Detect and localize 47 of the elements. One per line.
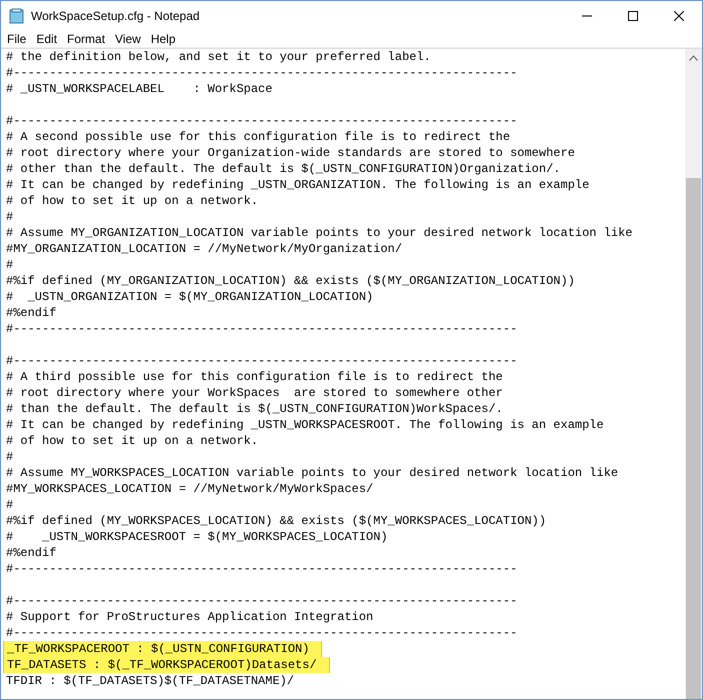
code-line: # A second possible use for this configuration file is to redirect the — [6, 129, 510, 145]
code-line: # root directory where your WorkSpaces are stored to somewhere other — [6, 385, 503, 401]
code-line: #%if defined (MY_ORGANIZATION_LOCATION) && exists ($(MY_ORGANIZATION_LOCATION)) — [6, 273, 575, 289]
menu-item[interactable]: Format — [61, 32, 110, 46]
code-line: #---------------------------------------------------------------------- — [6, 353, 518, 369]
maximize-icon — [628, 10, 638, 20]
code-line: #---------------------------------------------------------------------- — [6, 593, 518, 609]
code-line: # than the default. The default is $(_USTN_CONFIGURATION)WorkSpaces/. — [6, 401, 503, 417]
menu-item[interactable]: Edit — [30, 32, 62, 46]
code-line: #%endif — [6, 305, 56, 321]
code-line: # of how to set it up on a network. — [6, 193, 258, 209]
code-line: #---------------------------------------------------------------------- — [6, 65, 518, 81]
code-line: # — [6, 497, 14, 513]
code-line: # — [6, 257, 14, 273]
code-line: #MY_WORKSPACES_LOCATION = //MyNetwork/MyWorkSpaces/ — [6, 481, 374, 497]
window-title: WorkSpaceSetup.cfg - Notepad — [31, 8, 201, 22]
code-line: # It can be changed by redefining _USTN_ORGANIZATION. The following is an example — [6, 177, 590, 193]
code-line: # other than the default. The default is $(_USTN_CONFIGURATION)Organization/. — [6, 161, 560, 177]
code-line: #---------------------------------------------------------------------- — [6, 321, 518, 337]
code-line: # of how to set it up on a network. — [6, 433, 258, 449]
menu-item[interactable]: Help — [144, 32, 180, 46]
code-line: # — [6, 209, 14, 225]
code-line: # It can be changed by redefining _USTN_WORKSPACESROOT. The following is an example — [6, 417, 604, 433]
scrollbar[interactable] — [685, 49, 702, 699]
code-line: TFDIR : $(TF_DATASETS)$(TF_DATASETNAME)/ — [6, 673, 294, 689]
scroll-up-icon[interactable] — [689, 55, 698, 61]
code-line: #---------------------------------------------------------------------- — [6, 113, 518, 129]
code-line: # A third possible use for this configuration file is to redirect the — [6, 369, 503, 385]
code-line: # _USTN_WORKSPACESROOT = $(MY_WORKSPACES_LOCATION) — [6, 529, 388, 545]
code-line: # _USTN_WORKSPACELABEL : WorkSpace — [6, 81, 272, 97]
code-line: # Assume MY_WORKSPACES_LOCATION variable points to your desired network location like — [6, 465, 618, 481]
menu-item[interactable]: View — [109, 32, 145, 46]
scrollbar-thumb[interactable] — [686, 178, 701, 699]
close-icon — [674, 10, 684, 20]
code-line: # _USTN_ORGANIZATION = $(MY_ORGANIZATION_LOCATION) — [6, 289, 374, 305]
code-line: # — [6, 449, 14, 465]
code-line: #MY_ORGANIZATION_LOCATION = //MyNetwork/MyOrganization/ — [6, 241, 402, 257]
code-line: # the definition below, and set it to your preferred label. — [6, 49, 431, 65]
code-line: #%if defined (MY_WORKSPACES_LOCATION) && exists ($(MY_WORKSPACES_LOCATION)) — [6, 513, 546, 529]
code-line: # Support for ProStructures Application Integration — [6, 609, 374, 625]
notepad-icon — [9, 8, 25, 24]
code-line: # Assume MY_ORGANIZATION_LOCATION variable points to your desired network location like — [6, 225, 633, 241]
code-line: #%endif — [6, 545, 56, 561]
code-line: # root directory where your Organization-wide standards are stored to somewhere — [6, 145, 575, 161]
code-line: #---------------------------------------------------------------------- — [6, 561, 518, 577]
code-line: #---------------------------------------------------------------------- — [6, 625, 518, 641]
menu-item[interactable]: File — [1, 32, 30, 46]
